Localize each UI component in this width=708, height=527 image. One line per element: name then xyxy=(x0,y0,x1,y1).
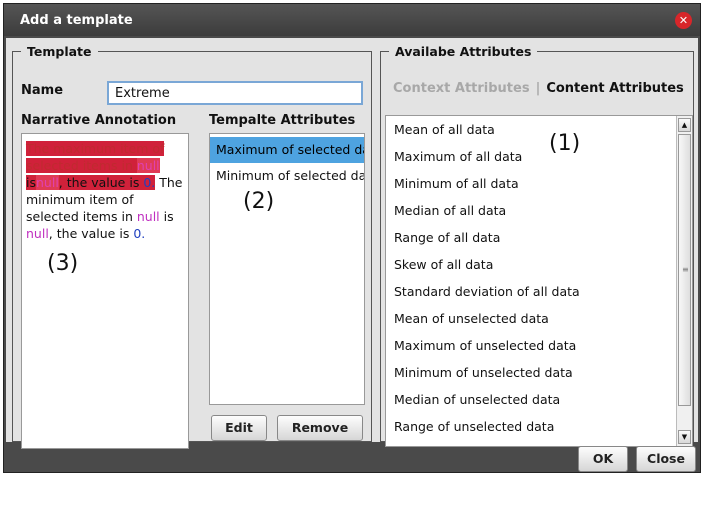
scroll-down-icon[interactable]: ▼ xyxy=(678,430,691,444)
narrative-null-token: null xyxy=(36,175,59,190)
narrative-part: is xyxy=(26,175,36,190)
name-label: Name xyxy=(21,83,64,98)
template-name-input[interactable] xyxy=(107,81,363,105)
template-attribute-item[interactable]: Minimum of selected data xyxy=(210,163,364,189)
template-attributes-list: Maximum of selected data Minimum of sele… xyxy=(209,133,365,405)
narrative-annotation-text[interactable]: The maximum item of selected items in nu… xyxy=(21,133,189,449)
attributes-scrollbar[interactable]: ▲ ≡ ▼ xyxy=(676,116,692,446)
narrative-annotation-label: Narrative Annotation xyxy=(21,113,177,128)
attribute-item[interactable]: Minimum of unselected data xyxy=(386,359,692,386)
scroll-thumb[interactable]: ≡ xyxy=(678,134,691,406)
add-template-dialog: Add a template ✕ Template Name Narrative… xyxy=(3,3,701,473)
attribute-items: Mean of all data Maximum of all data Minim… xyxy=(386,116,692,446)
narrative-part: is xyxy=(159,209,174,224)
attribute-item[interactable]: Minimum of all data xyxy=(386,170,692,197)
template-legend: Template xyxy=(27,44,92,59)
narrative-text-highlighted: The maximum item of selected items in nu… xyxy=(26,141,165,190)
attribute-item[interactable]: Range of unselected data xyxy=(386,413,692,440)
narrative-null-token: null xyxy=(26,226,49,241)
template-group: Template Name Narrative Annotation Tempa… xyxy=(12,44,372,449)
callout-3: (3) xyxy=(47,251,79,276)
caption-text: Figure 3: Interaction, annotation and...… xyxy=(36,507,581,527)
attribute-item[interactable]: Range of all data xyxy=(386,224,692,251)
callout-2: (2) xyxy=(243,189,275,214)
callout-1: (1) xyxy=(549,131,581,156)
tab-separator: | xyxy=(535,81,541,96)
attribute-item[interactable]: Standard deviation of all data xyxy=(386,278,692,305)
dialog-body: Template Name Narrative Annotation Tempa… xyxy=(6,38,698,449)
attribute-item[interactable]: Skew of all data xyxy=(386,251,692,278)
dialog-title: Add a template xyxy=(20,13,133,28)
tab-context-attributes[interactable]: Context Attributes xyxy=(393,81,530,96)
attribute-item[interactable]: Median of all data xyxy=(386,197,692,224)
ok-button[interactable]: OK xyxy=(578,446,628,472)
attribute-tabs: Context Attributes | Content Attributes xyxy=(393,81,693,96)
remove-button[interactable]: Remove xyxy=(277,415,363,441)
narrative-part: , the value is xyxy=(58,175,144,190)
attribute-item[interactable]: Mean of unselected data xyxy=(386,305,692,332)
narrative-null-token: null xyxy=(136,158,160,173)
close-button[interactable]: Close xyxy=(636,446,696,472)
narrative-part: , the value is xyxy=(48,226,134,241)
close-icon[interactable]: ✕ xyxy=(675,12,692,29)
tab-content-attributes[interactable]: Content Attributes xyxy=(546,81,683,96)
available-attributes-legend: Availabe Attributes xyxy=(395,44,532,59)
narrative-value-token: 0. xyxy=(143,175,156,190)
dialog-titlebar: Add a template ✕ xyxy=(4,4,700,36)
scroll-up-icon[interactable]: ▲ xyxy=(678,118,691,132)
attribute-item[interactable]: Maximum of unselected data xyxy=(386,332,692,359)
template-attributes-label: Tempalte Attributes xyxy=(209,113,356,128)
available-attributes-list: Mean of all data Maximum of all data Minim… xyxy=(385,115,693,447)
attribute-item[interactable]: Median of unselected data xyxy=(386,386,692,413)
attribute-item[interactable]: Mean of all data xyxy=(386,116,692,143)
narrative-null-token: null xyxy=(136,209,160,224)
template-attribute-item[interactable]: Maximum of selected data xyxy=(210,137,364,163)
attribute-item[interactable]: Maximum of all data xyxy=(386,143,692,170)
narrative-value-token: 0. xyxy=(133,226,146,241)
available-attributes-group: Availabe Attributes Context Attributes | C… xyxy=(380,44,694,447)
grip-icon: ≡ xyxy=(682,265,689,274)
edit-button[interactable]: Edit xyxy=(211,415,267,441)
figure-caption: Figure 3: Interaction, annotation and...… xyxy=(36,507,676,527)
